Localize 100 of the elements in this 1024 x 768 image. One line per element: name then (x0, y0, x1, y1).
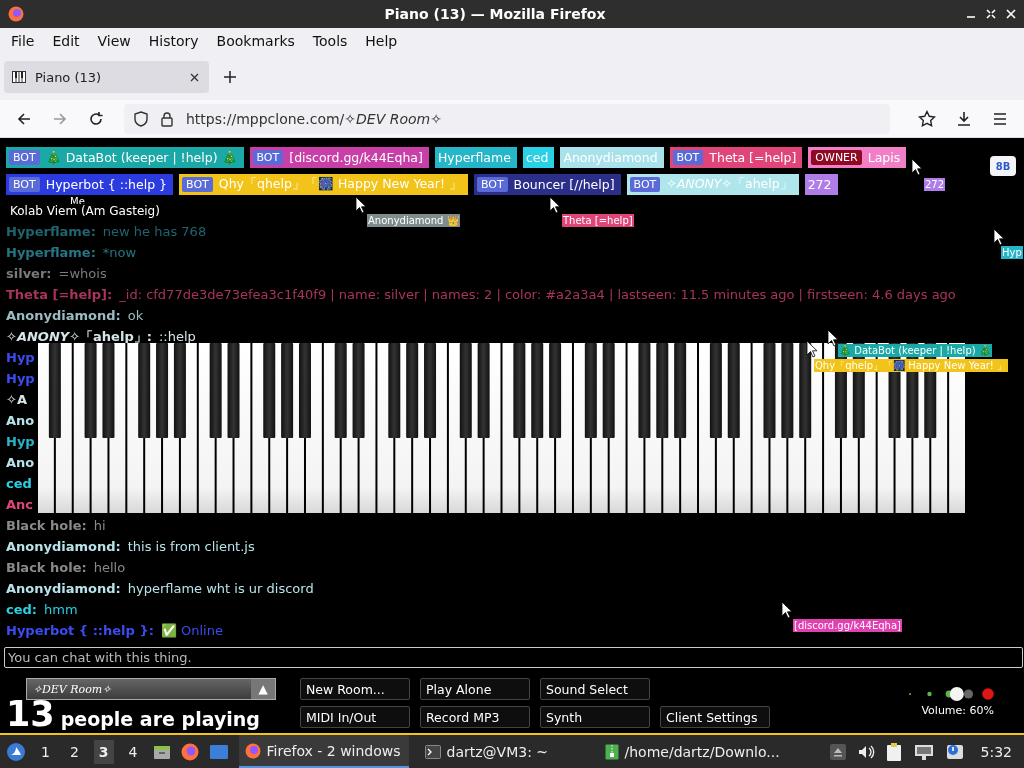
chat-message: ::help (158, 329, 196, 344)
user-name: Hyperflame (437, 150, 511, 165)
chat-message: this is from client.js (127, 539, 255, 554)
user-name: Anonydiamond (563, 150, 658, 165)
restore-icon[interactable] (986, 9, 996, 19)
user-badge[interactable]: BOT Bouncer [//help] (473, 174, 621, 195)
menu-icon[interactable] (992, 110, 1008, 127)
chat-author: Hyperflame: (6, 245, 96, 260)
menu-button[interactable]: Client Settings (660, 706, 770, 728)
menu-button[interactable]: MIDI In/Out (300, 706, 410, 728)
user-badge[interactable]: BOT ✧ANONY✧「ahelp」 (626, 174, 799, 195)
chat-message: hi (93, 518, 106, 533)
cursor-icon (993, 228, 1005, 246)
taskbar-task[interactable]: Firefox - 2 windows (238, 735, 409, 768)
url-field[interactable]: https://mppclone.com/✧DEV Room✧ (186, 110, 442, 127)
user-tag: BOT (9, 177, 40, 192)
user-tag: BOT (629, 177, 661, 192)
user-badge[interactable]: BOT [discord.gg/k44Eqha] (249, 147, 429, 168)
chat-author: Hyperbot { ::help }: (6, 623, 154, 638)
download-icon[interactable] (956, 110, 972, 127)
network-icon[interactable] (912, 742, 935, 761)
menu-item[interactable]: View (90, 31, 138, 51)
user-tag: BOT (252, 150, 284, 165)
star-icon[interactable] (918, 109, 936, 128)
window-icon[interactable] (208, 743, 229, 760)
cursor-label: 272 (924, 178, 946, 191)
clipboard-icon[interactable] (884, 741, 903, 762)
user-badge[interactable]: BOT Hyperbot { ::help } (6, 174, 174, 195)
user-name: Theta [=help] (709, 150, 797, 165)
menu-button[interactable]: Sound Select (540, 678, 650, 700)
forward-arrow-icon[interactable] (52, 110, 68, 127)
user-name: Lapis (867, 150, 901, 165)
workspace-button[interactable]: 2 (64, 739, 84, 764)
user-tag: BOT (9, 150, 40, 165)
menu-button[interactable]: New Room... (300, 678, 410, 700)
user-name: 🎄 DataBot (keeper | !help) 🎄 (45, 150, 238, 165)
user-tag: BOT (672, 150, 704, 165)
chat-author: silver: (6, 266, 52, 281)
clock: 5:32 (980, 743, 1012, 760)
chat-message: *now (102, 245, 137, 260)
chat-message: ✅ Online (160, 623, 223, 638)
user-badge[interactable]: BOT Theta [=help] (669, 147, 803, 168)
menu-item[interactable]: Tools (305, 31, 355, 51)
lock-icon[interactable] (160, 110, 174, 127)
start-menu-icon[interactable] (6, 741, 26, 762)
workspace-button[interactable]: 3 (93, 739, 114, 764)
chat-author: Ano (6, 413, 35, 428)
workspace-button[interactable]: 4 (123, 739, 143, 764)
cursor-label: Theta [=help] (562, 214, 634, 227)
user-tag: BOT (476, 177, 508, 192)
taskbar-task[interactable]: dartz@VM3: ~ (418, 735, 589, 768)
back-arrow-icon[interactable] (16, 110, 32, 127)
user-name: 272 (807, 177, 832, 192)
menu-item[interactable]: Help (358, 31, 405, 51)
menu-item[interactable]: Edit (45, 31, 87, 51)
chat-author: Black hole: (6, 560, 87, 575)
menu-item[interactable]: Bookmarks (209, 31, 302, 51)
cursor-icon (827, 329, 839, 347)
firefox-icon[interactable] (180, 742, 199, 761)
user-name: Hyperbot { ::help } (45, 177, 168, 192)
user-name: ced (525, 150, 549, 165)
workspace-button[interactable]: 1 (36, 739, 55, 764)
menu-button[interactable]: Record MP3 (420, 706, 530, 728)
cursor-label: Qhy「qhelp」「🎆 Happy New Year! 」 (814, 359, 1009, 372)
user-badge[interactable]: OWNER Lapis (808, 147, 907, 168)
chat-author: ✧ANONY✧「ahelp」: (6, 327, 152, 346)
user-tag: BOT (182, 177, 213, 192)
chat-author: ✧A (6, 392, 27, 407)
cursor-icon (806, 340, 818, 358)
chat-author: Hyp (6, 371, 35, 386)
cursor-icon (549, 196, 561, 214)
chat-message: ok (127, 308, 144, 323)
chat-input[interactable]: You can chat with this thing. (4, 647, 1023, 668)
cursor-icon (781, 601, 793, 619)
chat-message: hyperflame wht is ur discord (127, 581, 314, 596)
firefox-icon (8, 6, 24, 22)
eject-icon[interactable] (828, 742, 847, 761)
user-badge[interactable]: BOT 🎄 DataBot (keeper | !help) 🎄 (6, 147, 244, 168)
cursor-label: 🎄 DataBot (keeper | !help) 🎄 (838, 344, 992, 357)
user-badge[interactable]: BOT Qhy「qhelp」「🎆 Happy New Year! 」 (179, 174, 468, 195)
chat-message: =whois (58, 266, 107, 281)
chat-message: _id: cfd77de3de73efea3c1f40f9 | name: silver | names: 2 | color: #a2a3a4 | lastseen: 11.5 minutes ago | firstseen: 4.6 days ago (119, 287, 956, 302)
volume-label: Volume: 60% (921, 704, 994, 717)
cursor-label: [discord.gg/k44Eqha] (793, 619, 902, 632)
chat-author: Hyp (6, 434, 35, 449)
taskbar-task[interactable]: /home/dartz/Downlo... (598, 735, 786, 768)
shield-icon[interactable] (134, 110, 148, 127)
menu-button[interactable]: Synth (540, 706, 650, 728)
toggle-button[interactable]: 8B (990, 156, 1016, 176)
cursor-label: Anonydiamond 👑 (367, 214, 460, 227)
reload-icon[interactable] (88, 110, 104, 127)
menu-button[interactable]: Play Alone (420, 678, 530, 700)
browser-tab[interactable]: Piano (13) (4, 61, 209, 93)
plus-icon[interactable] (223, 70, 237, 84)
room-selector[interactable]: ✧DEV Room✧ ▲ (26, 678, 276, 700)
menu-item[interactable]: History (141, 31, 206, 51)
player-count: 13 (6, 700, 55, 728)
chat-author: Hyperflame: (6, 224, 96, 239)
menu-item[interactable]: File (4, 31, 42, 51)
close-icon[interactable] (190, 72, 199, 82)
